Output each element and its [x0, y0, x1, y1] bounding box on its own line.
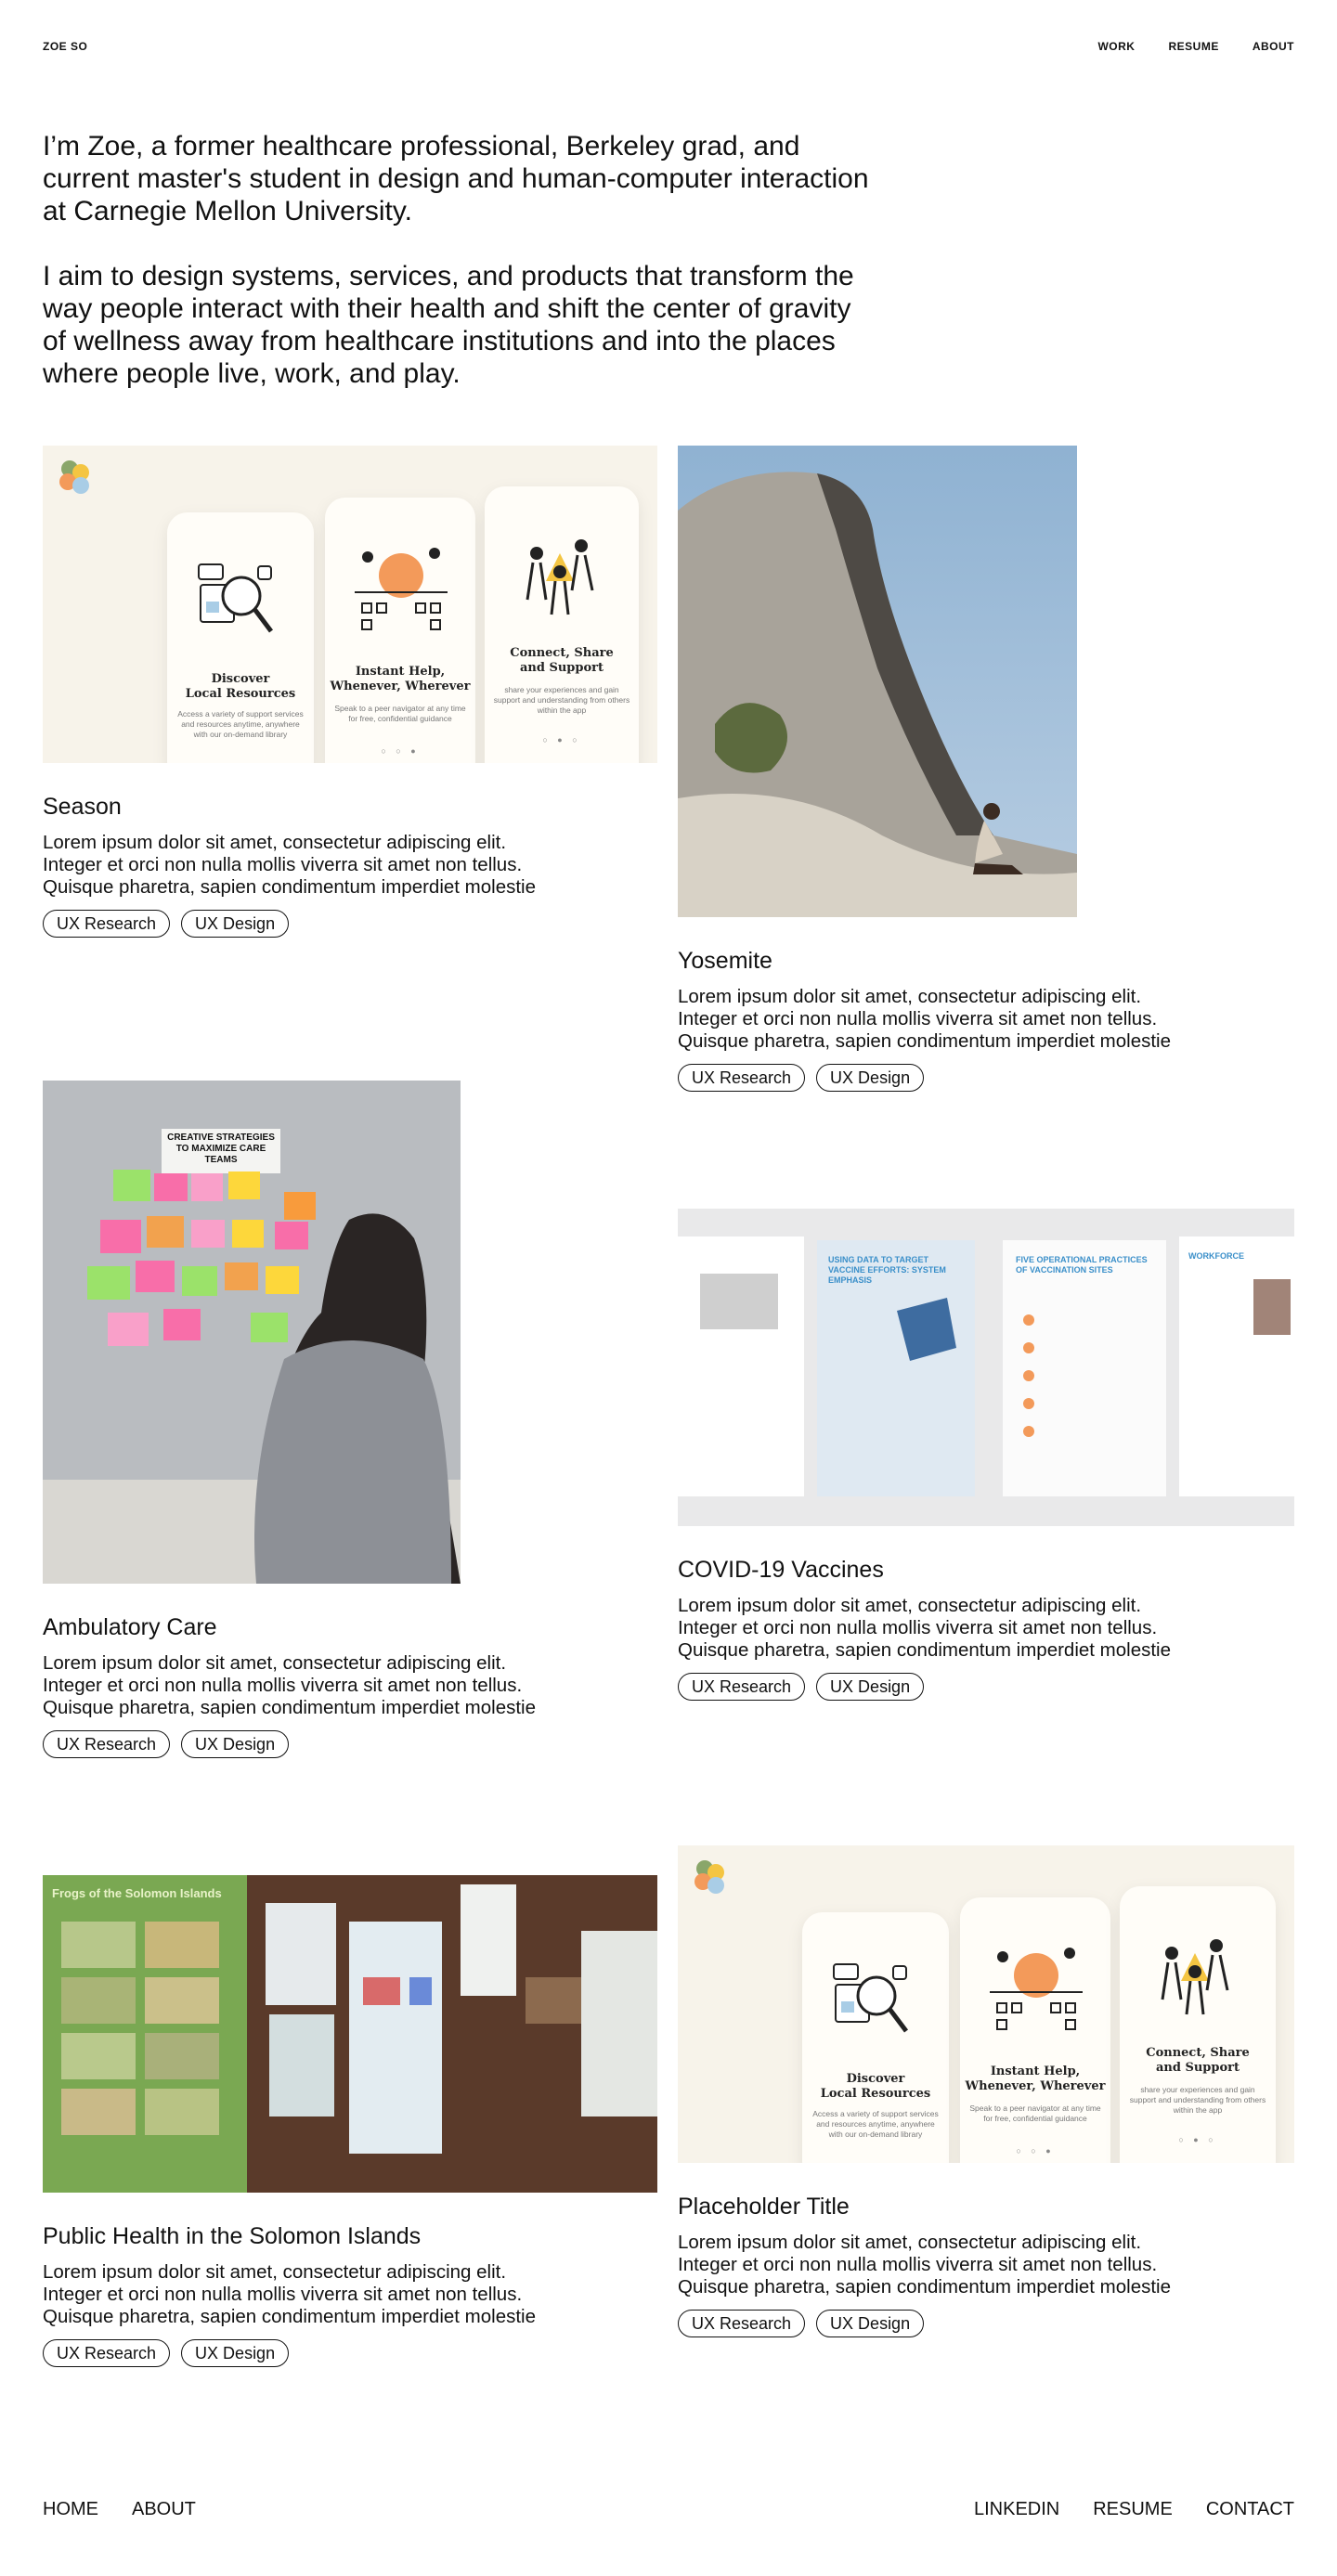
project-title[interactable]: Season [43, 793, 657, 821]
rock-climber-image-icon [678, 472, 1077, 917]
project-tags: UX Research UX Design [43, 2339, 657, 2367]
footer-nav-left: HOME ABOUT [43, 2499, 196, 2520]
screen-title-instant-help: Instant Help, Whenever, Wherever [965, 2065, 1106, 2093]
project-description: Lorem ipsum dolor sit amet, consectetur … [678, 986, 1171, 1052]
footer-linkedin-link[interactable]: LINKEDIN [974, 2499, 1059, 2520]
screen-sub-discover: Access a variety of support services and… [812, 2109, 939, 2139]
tag-ux-design[interactable]: UX Design [816, 2310, 925, 2337]
footer-resume-link[interactable]: RESUME [1093, 2499, 1173, 2520]
carousel-dots: ○ ● ○ [542, 735, 581, 744]
project-tags: UX Research UX Design [43, 910, 657, 938]
covid-booklet-thumbnail[interactable]: USING DATA TO TARGET VACCINE EFFORTS: SY… [678, 1209, 1294, 1526]
people-illustration-icon [1161, 1939, 1229, 2015]
tag-ux-research[interactable]: UX Research [678, 2310, 806, 2337]
phone-screen-instant-help: Instant Help, Whenever, Wherever Speak t… [325, 498, 475, 763]
intro-section: I’m Zoe, a former healthcare professiona… [43, 130, 878, 390]
screen-sub-connect: share your experiences and gain support … [493, 685, 630, 715]
screen-title-connect: Connect, Share and Support [510, 646, 614, 675]
screen-title-connect: Connect, Share and Support [1146, 2046, 1250, 2075]
project-title[interactable]: Placeholder Title [678, 2193, 1294, 2220]
intro-paragraph-1: I’m Zoe, a former healthcare professiona… [43, 131, 869, 227]
project-title[interactable]: Ambulatory Care [43, 1613, 657, 1641]
screen-sub-instant-help: Speak to a peer navigator at any time fo… [334, 704, 466, 723]
project-tags: UX Research UX Design [678, 1064, 1294, 1092]
project-card-season[interactable]: Discover Local Resources Access a variet… [43, 446, 657, 938]
project-description: Lorem ipsum dolor sit amet, consectetur … [43, 832, 536, 898]
screen-sub-discover: Access a variety of support services and… [177, 709, 304, 739]
bulletin-board-image-icon [61, 1884, 657, 2154]
project-title[interactable]: COVID-19 Vaccines [678, 1556, 1294, 1584]
solomon-islands-photo[interactable]: Frogs of the Solomon Islands [43, 1875, 657, 2193]
brand-logo[interactable]: ZOE SO [43, 40, 87, 53]
project-description: Lorem ipsum dolor sit amet, consectetur … [43, 1652, 536, 1718]
project-description: Lorem ipsum dolor sit amet, consectetur … [678, 2232, 1171, 2298]
phone-screen-discover: Discover Local Resources Access a variet… [802, 1912, 949, 2163]
footer-about-link[interactable]: ABOUT [132, 2499, 196, 2520]
yosemite-photo[interactable] [678, 446, 1077, 917]
footer: HOME ABOUT LINKEDIN RESUME CONTACT [43, 2499, 1294, 2520]
tag-ux-design[interactable]: UX Design [181, 2339, 290, 2367]
phone-screen-discover: Discover Local Resources Access a variet… [167, 512, 314, 763]
phone-screen-connect: Connect, Share and Support share your ex… [485, 486, 639, 763]
building-illustration-icon [355, 548, 448, 630]
project-title[interactable]: Yosemite [678, 947, 1294, 975]
tag-ux-research[interactable]: UX Research [678, 1064, 806, 1092]
project-tags: UX Research UX Design [678, 2310, 1294, 2337]
magnifier-illustration-icon [198, 563, 273, 633]
project-description: Lorem ipsum dolor sit amet, consectetur … [43, 2261, 536, 2327]
screen-sub-instant-help: Speak to a peer navigator at any time fo… [969, 2104, 1101, 2123]
phone-screen-instant-help: Instant Help, Whenever, Wherever Speak t… [960, 1897, 1110, 2163]
project-title[interactable]: Public Health in the Solomon Islands [43, 2222, 657, 2250]
magnifier-illustration-icon [833, 1963, 908, 2033]
nav-about-link[interactable]: ABOUT [1253, 40, 1294, 53]
tag-ux-design[interactable]: UX Design [181, 910, 290, 938]
project-card-ambulatory-care[interactable]: CREATIVE STRATEGIES TO MAXIMIZE CARE TEA… [43, 1081, 657, 1758]
project-description: Lorem ipsum dolor sit amet, consectetur … [678, 1595, 1171, 1661]
screen-title-discover: Discover Local Resources [820, 2072, 931, 2101]
footer-nav-right: LINKEDIN RESUME CONTACT [974, 2499, 1294, 2520]
nav-resume-link[interactable]: RESUME [1168, 40, 1218, 53]
carousel-dots: ○ ○ ● [1016, 2146, 1055, 2155]
people-illustration-icon [526, 539, 594, 615]
tag-ux-research[interactable]: UX Research [43, 1730, 171, 1758]
project-tags: UX Research UX Design [43, 1730, 657, 1758]
tag-ux-design[interactable]: UX Design [816, 1673, 925, 1701]
season-app-thumbnail[interactable]: Discover Local Resources Access a variet… [43, 446, 657, 763]
season-logo-icon [59, 460, 97, 498]
season-logo-icon [694, 1860, 732, 1897]
ambulatory-care-photo[interactable]: CREATIVE STRATEGIES TO MAXIMIZE CARE TEA… [43, 1081, 461, 1584]
tag-ux-design[interactable]: UX Design [816, 1064, 925, 1092]
building-illustration-icon [990, 1948, 1083, 2030]
footer-home-link[interactable]: HOME [43, 2499, 98, 2520]
screen-title-discover: Discover Local Resources [185, 672, 296, 701]
tag-ux-design[interactable]: UX Design [181, 1730, 290, 1758]
screen-sub-connect: share your experiences and gain support … [1129, 2085, 1266, 2115]
placeholder-app-thumbnail[interactable]: Discover Local Resources Access a variet… [678, 1845, 1294, 2163]
top-bar: ZOE SO WORK RESUME ABOUT [43, 37, 1294, 56]
intro-paragraph-2: I aim to design systems, services, and p… [43, 261, 854, 389]
project-card-solomon-islands[interactable]: Frogs of the Solomon Islands Public Heal… [43, 1875, 657, 2367]
phone-screen-connect: Connect, Share and Support share your ex… [1120, 1886, 1276, 2163]
footer-contact-link[interactable]: CONTACT [1206, 2499, 1294, 2520]
top-nav: WORK RESUME ABOUT [1097, 40, 1294, 53]
project-card-yosemite[interactable]: Yosemite Lorem ipsum dolor sit amet, con… [678, 446, 1294, 1092]
tag-ux-research[interactable]: UX Research [43, 2339, 171, 2367]
carousel-dots: ○ ● ○ [1178, 2135, 1217, 2144]
booklet-content-icon [700, 1274, 1291, 1437]
project-card-placeholder[interactable]: Discover Local Resources Access a variet… [678, 1845, 1294, 2337]
carousel-dots: ○ ○ ● [381, 746, 420, 756]
tag-ux-research[interactable]: UX Research [678, 1673, 806, 1701]
project-card-covid-vaccines[interactable]: USING DATA TO TARGET VACCINE EFFORTS: SY… [678, 1209, 1294, 1701]
nav-work-link[interactable]: WORK [1097, 40, 1135, 53]
screen-title-instant-help: Instant Help, Whenever, Wherever [330, 665, 471, 693]
tag-ux-research[interactable]: UX Research [43, 910, 171, 938]
project-tags: UX Research UX Design [678, 1673, 1294, 1701]
sticky-notes-image-icon [87, 1170, 461, 1584]
